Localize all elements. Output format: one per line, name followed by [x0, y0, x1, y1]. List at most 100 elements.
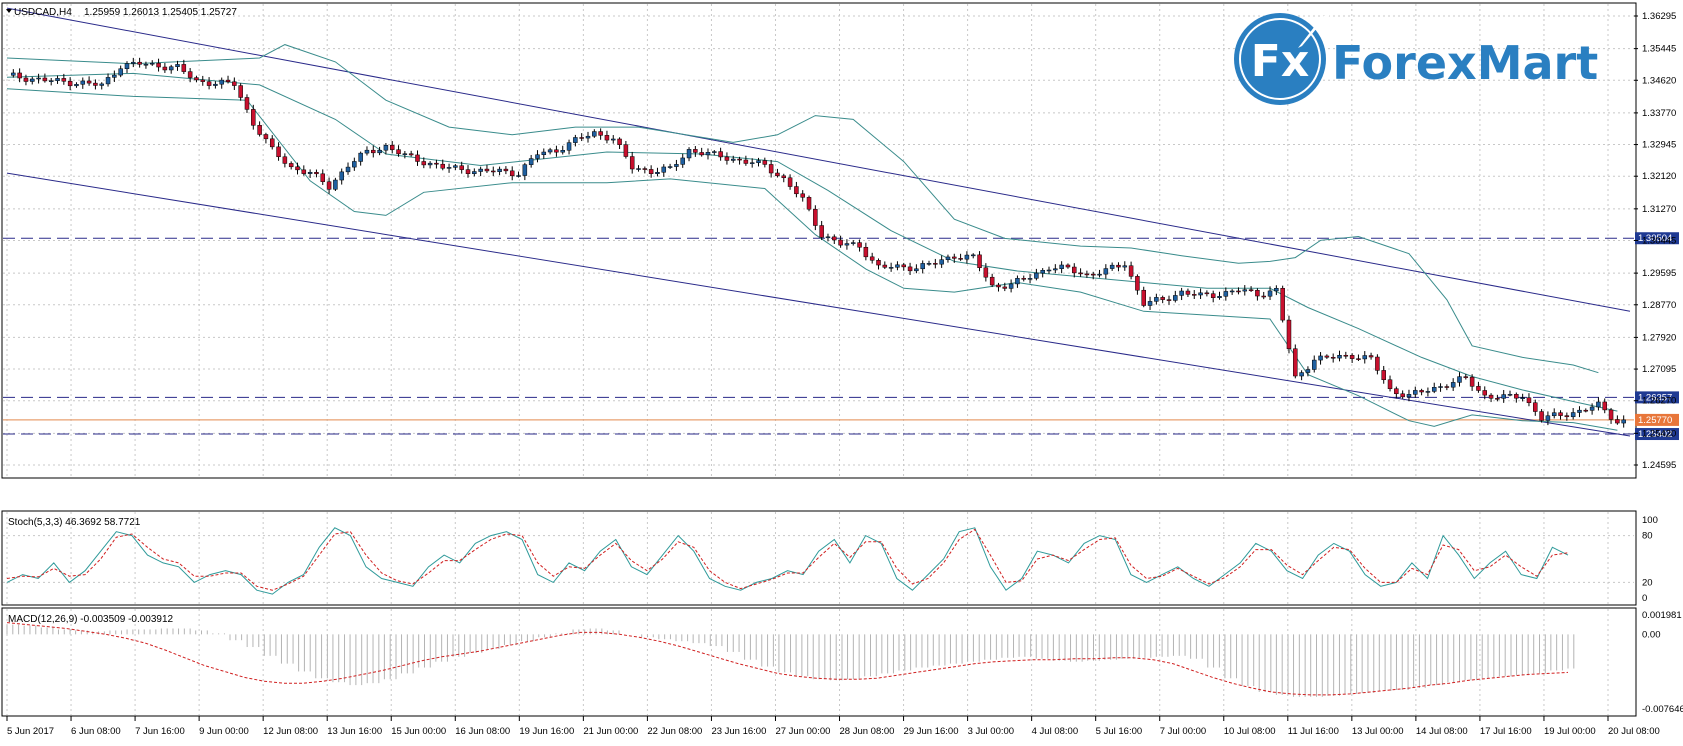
candle-bull	[124, 63, 130, 69]
ohlc-values: 1.25959 1.26013 1.25405 1.25727	[84, 7, 237, 18]
candle-bull	[168, 66, 174, 71]
candle-bear	[1463, 376, 1469, 378]
price-tick-label: 1.28770	[1642, 300, 1676, 311]
candle-bear	[162, 66, 168, 71]
time-tick-label: 27 Jun 00:00	[775, 726, 830, 737]
candle-bear	[579, 137, 584, 139]
candle-bull	[1053, 268, 1058, 271]
candle-bear	[1394, 388, 1399, 395]
candle-bull	[756, 160, 761, 163]
candle-bull	[1362, 355, 1368, 360]
candle-bull	[705, 152, 711, 156]
candle-bull	[1046, 269, 1052, 272]
candle-bear	[882, 264, 888, 268]
candle-bull	[1577, 409, 1582, 413]
candle-bull	[611, 138, 616, 141]
candle-bear	[775, 172, 780, 177]
candle-bull	[585, 135, 591, 139]
candle-bear	[244, 97, 250, 110]
price-panel[interactable]: 1.305041.263571.254021.25770 1.362951.35…	[1, 2, 1679, 479]
candle-bear	[699, 152, 704, 156]
candle-bear	[787, 177, 793, 187]
macd-panel[interactable]: 0.001981 0.00 -0.007646 MACD(12,26,9) -0.0…	[1, 607, 1683, 717]
candle-bear	[642, 168, 648, 170]
time-tick-label: 17 Jul 16:00	[1480, 726, 1532, 737]
chart-window[interactable]: 1.305041.263571.254021.25770 1.362951.35…	[0, 0, 1683, 746]
candle-bear	[629, 156, 635, 170]
candle-bull	[547, 149, 553, 153]
candle-bull	[149, 62, 155, 65]
candle-bear	[238, 85, 243, 98]
price-tick-label: 1.24595	[1642, 460, 1676, 471]
candle-bear	[301, 169, 307, 174]
candle-bull	[1109, 264, 1115, 269]
candle-bear	[1419, 390, 1424, 393]
candle-bull	[1015, 278, 1020, 285]
candle-bear	[1072, 266, 1077, 274]
candle-bear	[1488, 394, 1494, 399]
candle-bull	[850, 242, 856, 244]
candle-bear	[952, 256, 957, 259]
candle-bear	[743, 159, 749, 164]
candle-bear	[389, 145, 395, 150]
candle-bull	[472, 171, 477, 174]
candle-bull	[1425, 391, 1431, 393]
candle-bull	[592, 131, 597, 137]
candle-bear	[371, 149, 376, 154]
candle-bear	[1558, 412, 1563, 416]
candle-bull	[1173, 295, 1178, 301]
macd-tick-label: 0.00	[1642, 629, 1661, 640]
candle-bull	[573, 137, 578, 143]
candle-bear	[276, 146, 281, 158]
candle-bull	[1438, 386, 1443, 388]
time-tick-label: 4 Jul 08:00	[1032, 726, 1078, 737]
logo-wordmark: ForexMart	[1332, 36, 1598, 90]
candle-bull	[1501, 394, 1506, 399]
candle-bear	[1286, 319, 1292, 349]
time-tick-label: 6 Jun 08:00	[71, 726, 121, 737]
candle-bear	[415, 154, 420, 162]
candle-bear	[1135, 276, 1140, 291]
candle-bull	[522, 164, 528, 176]
candle-bull	[131, 61, 136, 64]
candle-bear	[977, 254, 982, 268]
candle-bear	[1141, 289, 1146, 306]
stochastic-panel[interactable]: 100 80 20 0 Stoch(5,3,3) 46.3692 58.7721	[1, 510, 1658, 606]
candle-bear	[1293, 348, 1298, 377]
candle-bull	[1198, 292, 1203, 296]
candle-bull	[307, 171, 313, 174]
candle-bear	[282, 156, 288, 164]
level-tag-label: 1.25770	[1638, 415, 1672, 426]
candle-bear	[1368, 355, 1374, 358]
candle-bull	[1413, 390, 1418, 395]
time-tick-label: 5 Jun 2017	[7, 726, 54, 737]
price-tick-label: 1.34620	[1642, 75, 1676, 86]
candle-bear	[1255, 290, 1260, 297]
candle-bull	[1507, 394, 1513, 396]
time-tick-label: 23 Jun 16:00	[711, 726, 766, 737]
candle-bull	[964, 254, 970, 260]
candle-bull	[219, 79, 224, 85]
candle-bull	[1589, 406, 1595, 411]
candle-bull	[1337, 354, 1342, 359]
candle-bear	[813, 208, 818, 226]
candle-bear	[1356, 358, 1361, 360]
candle-bear	[1343, 354, 1349, 357]
logo-badge-text: Fx	[1251, 36, 1309, 87]
time-tick-label: 22 Jun 08:00	[647, 726, 702, 737]
candle-bear	[1002, 286, 1008, 289]
candle-bull	[1008, 283, 1014, 289]
candle-bull	[945, 256, 951, 260]
candle-bull	[74, 84, 79, 87]
candle-bull	[1406, 394, 1412, 398]
candle-bear	[465, 169, 471, 174]
time-tick-label: 28 Jun 08:00	[840, 726, 895, 737]
symbol-label: USDCAD,H4	[14, 7, 72, 18]
candle-bear	[1608, 409, 1614, 420]
candle-bull	[112, 74, 117, 78]
candle-bear	[225, 79, 231, 83]
candle-bull	[99, 83, 104, 86]
candle-bull	[48, 80, 54, 82]
candle-bear	[958, 258, 963, 260]
candle-bear	[1330, 357, 1336, 359]
